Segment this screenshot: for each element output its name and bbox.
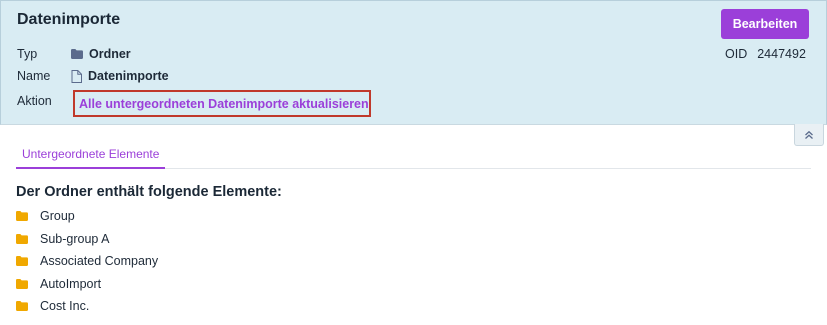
list-item[interactable]: AutoImport bbox=[16, 273, 158, 296]
type-row: Typ Ordner bbox=[17, 47, 131, 61]
file-icon bbox=[71, 69, 82, 83]
oid-info: OID 2447492 bbox=[725, 47, 806, 61]
name-row: Name Datenimporte bbox=[17, 69, 169, 83]
folder-icon bbox=[16, 233, 28, 244]
type-value: Ordner bbox=[89, 47, 131, 61]
tab-bar: Untergeordnete Elemente bbox=[16, 143, 811, 169]
list-item-label: Group bbox=[40, 209, 75, 224]
folder-icon bbox=[16, 211, 28, 222]
list-item[interactable]: Cost Inc. bbox=[16, 295, 158, 318]
tab-child-elements[interactable]: Untergeordnete Elemente bbox=[16, 143, 166, 169]
edit-button[interactable]: Bearbeiten bbox=[721, 9, 809, 39]
page-title: Datenimporte bbox=[17, 11, 121, 28]
update-all-imports-link[interactable]: Alle untergeordneten Datenimporte aktual… bbox=[73, 90, 371, 117]
name-value: Datenimporte bbox=[88, 69, 169, 83]
action-row: Aktion bbox=[17, 94, 71, 108]
detail-header: Datenimporte Bearbeiten OID 2447492 Typ O… bbox=[0, 0, 827, 125]
list-item-label: Associated Company bbox=[40, 254, 159, 269]
action-label: Aktion bbox=[17, 94, 52, 108]
list-item-label: Cost Inc. bbox=[40, 299, 90, 314]
child-element-list: Group Sub-group A Associated Company Aut… bbox=[16, 205, 158, 318]
folder-icon bbox=[16, 301, 28, 312]
list-item[interactable]: Associated Company bbox=[16, 250, 158, 273]
section-title: Der Ordner enthält folgende Elemente: bbox=[16, 184, 282, 200]
type-label: Typ bbox=[17, 47, 38, 61]
list-item[interactable]: Group bbox=[16, 205, 158, 228]
folder-icon bbox=[71, 49, 83, 59]
list-item-label: Sub-group A bbox=[40, 231, 110, 246]
folder-icon bbox=[16, 278, 28, 289]
name-label: Name bbox=[17, 69, 51, 83]
list-item[interactable]: Sub-group A bbox=[16, 228, 158, 251]
list-item-label: AutoImport bbox=[40, 276, 102, 291]
oid-label: OID bbox=[725, 47, 748, 61]
folder-icon bbox=[16, 256, 28, 267]
double-chevron-up-icon bbox=[805, 130, 813, 139]
oid-value: 2447492 bbox=[757, 47, 806, 61]
